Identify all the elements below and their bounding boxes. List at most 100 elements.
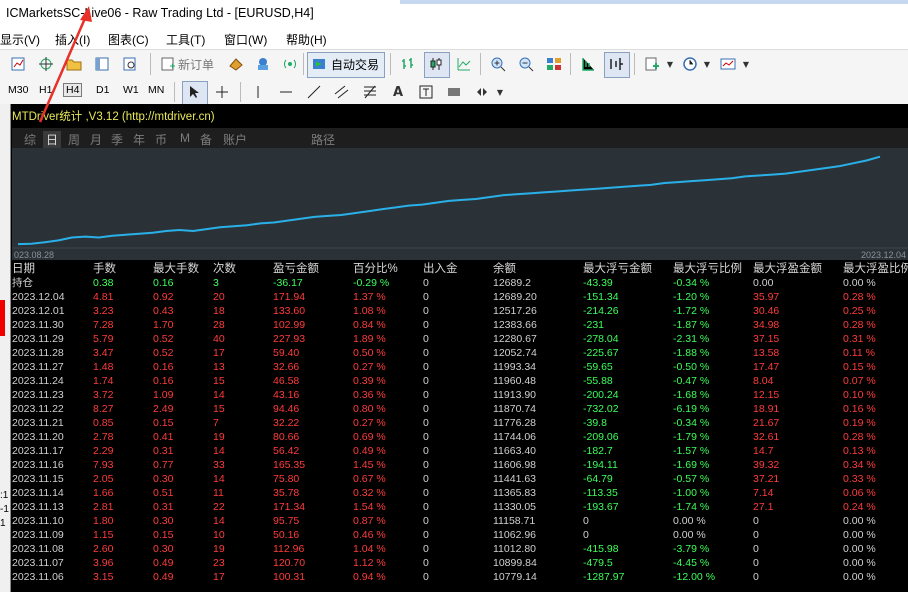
- new-order-label[interactable]: 新订单: [178, 56, 214, 73]
- table-cell: 12689.2: [493, 277, 531, 289]
- timeframe-m30[interactable]: M30: [8, 84, 28, 96]
- line-chart-icon[interactable]: [454, 54, 474, 74]
- table-cell: 11663.40: [493, 445, 537, 457]
- table-cell: -36.17: [273, 277, 303, 289]
- vertical-line-icon[interactable]: [248, 82, 268, 102]
- menu-charts[interactable]: 图表(C): [108, 31, 149, 48]
- fibonacci-icon[interactable]: [360, 82, 380, 102]
- table-cell: -151.34: [583, 291, 619, 303]
- tab-quarter[interactable]: 季: [111, 131, 123, 148]
- email-icon[interactable]: [253, 54, 273, 74]
- table-cell: 0.19 %: [843, 417, 876, 429]
- table-cell: 0: [423, 333, 429, 345]
- tab-day[interactable]: 日: [43, 131, 62, 148]
- templates-icon[interactable]: [718, 54, 738, 74]
- auto-trade-icon[interactable]: [309, 54, 329, 74]
- chevron-down-icon[interactable]: ▼: [490, 82, 510, 102]
- crosshair-tool-icon[interactable]: [212, 82, 232, 102]
- text-label-icon[interactable]: [416, 82, 436, 102]
- menu-help[interactable]: 帮助(H): [286, 31, 327, 48]
- table-cell: 3: [213, 277, 219, 289]
- zoom-out-icon[interactable]: [516, 54, 536, 74]
- equidistant-channel-icon[interactable]: [332, 82, 352, 102]
- indicators-icon[interactable]: [642, 54, 662, 74]
- crosshair-icon[interactable]: [36, 54, 56, 74]
- table-cell: 165.35: [273, 459, 306, 471]
- tab-account[interactable]: 账户: [223, 131, 247, 148]
- menu-window[interactable]: 窗口(W): [224, 31, 267, 48]
- table-cell: 3.72: [93, 389, 114, 401]
- tab-path[interactable]: 路径: [311, 131, 335, 148]
- table-cell: 10779.14: [493, 571, 537, 583]
- cursor-icon[interactable]: [184, 82, 204, 102]
- table-cell: 32.61: [753, 431, 780, 443]
- scroll-icon[interactable]: [578, 54, 598, 74]
- arrows-menu-icon[interactable]: [472, 82, 492, 102]
- candle-chart-icon[interactable]: [426, 54, 446, 74]
- tab-year[interactable]: 年: [133, 131, 145, 148]
- table-cell: 10: [213, 529, 225, 541]
- timeframe-mn[interactable]: MN: [148, 84, 164, 96]
- tile-windows-icon[interactable]: [544, 54, 564, 74]
- table-cell: 0.51: [153, 487, 174, 499]
- table-cell: 11012.80: [493, 543, 537, 555]
- tab-summary[interactable]: 综: [24, 131, 36, 148]
- table-cell: 2023.11.10: [12, 515, 64, 527]
- table-cell: 0.39 %: [353, 375, 386, 387]
- table-cell: 3.15: [93, 571, 114, 583]
- stats-table: 日期 手数 最大手数 次数 盈亏金额 百分比% 出入金 余额 最大浮亏金额 最大浮亏比例 最大浮盈金…: [12, 262, 908, 584]
- table-cell: 18.91: [753, 403, 780, 415]
- table-cell: 11744.06: [493, 431, 537, 443]
- table-cell: 7.14: [753, 487, 774, 499]
- menu-tools[interactable]: 工具(T): [166, 31, 205, 48]
- menu-view[interactable]: 显示(V): [0, 31, 40, 48]
- table-cell: 34.98: [753, 319, 780, 331]
- table-cell: 0.00 %: [673, 515, 706, 527]
- table-cell: 0.49 %: [353, 445, 386, 457]
- folder-icon[interactable]: [64, 54, 84, 74]
- text-tool-icon[interactable]: A: [388, 82, 408, 102]
- table-cell: 0.15 %: [843, 361, 876, 373]
- trend-line-icon[interactable]: [304, 82, 324, 102]
- table-cell: 4.81: [93, 291, 114, 303]
- history-icon[interactable]: [226, 54, 246, 74]
- chevron-down-icon[interactable]: ▼: [660, 54, 680, 74]
- table-cell: -113.35: [583, 487, 618, 499]
- table-cell: 0.15: [153, 529, 174, 541]
- tab-week[interactable]: 周: [68, 131, 80, 148]
- table-cell: -1.57 %: [673, 445, 710, 457]
- table-cell: 12280.67: [493, 333, 537, 345]
- tab-note[interactable]: 备: [200, 131, 212, 148]
- chevron-down-icon[interactable]: ▼: [736, 54, 756, 74]
- search-window-icon[interactable]: [120, 54, 140, 74]
- table-cell: 0: [423, 389, 429, 401]
- table-cell: 2023.11.09: [12, 529, 64, 541]
- table-cell: 0.00 %: [843, 571, 876, 583]
- horizontal-line-icon[interactable]: [276, 82, 296, 102]
- menu-insert[interactable]: 插入(I): [55, 31, 90, 48]
- chart-shift-icon[interactable]: [606, 54, 626, 74]
- table-cell: 0: [423, 571, 429, 583]
- tab-month[interactable]: 月: [90, 131, 102, 148]
- timeframe-w1[interactable]: W1: [123, 84, 139, 96]
- auto-trade-label[interactable]: 自动交易: [331, 56, 379, 73]
- table-cell: 33: [213, 459, 225, 471]
- table-cell: 0: [753, 557, 759, 569]
- signal-icon[interactable]: [280, 54, 300, 74]
- new-order-icon[interactable]: [158, 54, 178, 74]
- navigator-icon[interactable]: [92, 54, 112, 74]
- new-chart-icon[interactable]: [8, 54, 28, 74]
- timeframe-h4[interactable]: H4: [63, 83, 83, 97]
- bar-chart-icon[interactable]: [398, 54, 418, 74]
- table-cell: 2023.11.22: [12, 403, 64, 415]
- tab-currency[interactable]: 币: [155, 131, 167, 148]
- table-cell: 0.49: [153, 557, 174, 569]
- timeframe-h1[interactable]: H1: [39, 84, 52, 96]
- table-cell: -1.74 %: [673, 501, 710, 513]
- timeframe-d1[interactable]: D1: [96, 84, 109, 96]
- arrow-tool-icon[interactable]: [444, 82, 464, 102]
- chevron-down-icon[interactable]: ▼: [697, 54, 717, 74]
- table-cell: 13.58: [753, 347, 780, 359]
- zoom-in-icon[interactable]: [488, 54, 508, 74]
- tab-magic[interactable]: M: [180, 131, 190, 145]
